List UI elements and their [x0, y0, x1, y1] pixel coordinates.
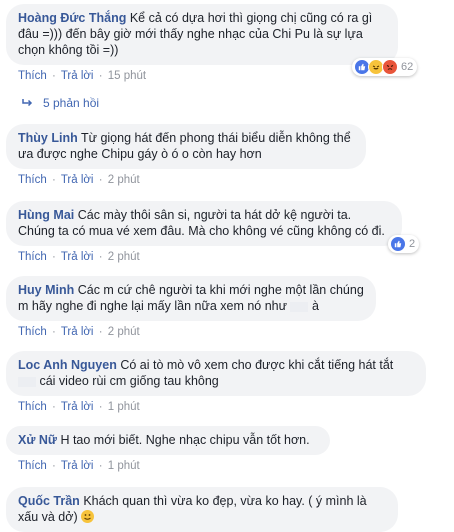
comment-actions: Thích · Trả lời · 1 phút [18, 459, 330, 473]
comment-time[interactable]: 1 phút [108, 460, 140, 472]
reply-link[interactable]: Trả lời [61, 251, 94, 263]
comment-time[interactable]: 15 phút [108, 70, 146, 82]
reply-link[interactable]: Trả lời [61, 460, 94, 472]
separator: · [98, 326, 103, 338]
comment-actions: Thích · Trả lời · 2 phút [18, 325, 376, 339]
comment-actions: Thích · Trả lời · 1 phút [18, 400, 426, 414]
separator: · [51, 401, 56, 413]
like-link[interactable]: Thích [18, 174, 47, 186]
comment: Quốc Trần Khách quan thì vừa ko đẹp, vừa… [6, 487, 398, 532]
comment: Thùy Linh Từ giọng hát đến phong thái bi… [6, 124, 366, 187]
like-link[interactable]: Thích [18, 251, 47, 263]
comment-author[interactable]: Hùng Mai [18, 208, 74, 222]
comment-actions: Thích · Trả lời · 2 phút [18, 250, 402, 264]
reply-arrow-icon [22, 99, 33, 107]
comment: Huy Minh Các m cứ chê người ta khi mới n… [6, 276, 376, 339]
comment-bubble: Loc Anh Nguyen Có ai tò mò vô xem cho đư… [6, 351, 426, 396]
comment: Loc Anh Nguyen Có ai tò mò vô xem cho đư… [6, 351, 426, 414]
separator: · [51, 460, 56, 472]
comment: Hùng Mai Các mày thôi sân si, người ta h… [6, 201, 402, 264]
separator: · [51, 70, 56, 82]
reply-link[interactable]: Trả lời [61, 174, 94, 186]
comment-actions: Thích · Trả lời · 15 phút [18, 69, 398, 83]
separator: · [51, 174, 56, 186]
reaction-count: 2 [409, 238, 416, 250]
view-replies-link[interactable]: 5 phản hồi [22, 96, 99, 110]
comment-bubble: Huy Minh Các m cứ chê người ta khi mới n… [6, 276, 376, 321]
comment-time[interactable]: 2 phút [108, 174, 140, 186]
separator: · [98, 251, 103, 263]
comment-text: H tao mới biết. Nghe nhạc chipu vẫn tốt … [60, 433, 310, 447]
comment-bubble: Thùy Linh Từ giọng hát đến phong thái bi… [6, 124, 366, 169]
comment-text-end: à [311, 299, 319, 313]
like-link[interactable]: Thích [18, 70, 47, 82]
comment-bubble: Hùng Mai Các mày thôi sân si, người ta h… [6, 201, 402, 246]
reply-link[interactable]: Trả lời [61, 326, 94, 338]
comment-bubble: Xử Nữ H tao mới biết. Nghe nhạc chipu vẫ… [6, 426, 330, 455]
comment: Hoàng Đức Thắng Kể cả có dựa hơi thì giọ… [6, 4, 398, 83]
comment-bubble: Quốc Trần Khách quan thì vừa ko đẹp, vừa… [6, 487, 398, 532]
comment-bubble: Hoàng Đức Thắng Kể cả có dựa hơi thì giọ… [6, 4, 398, 65]
comment: Xử Nữ H tao mới biết. Nghe nhạc chipu vẫ… [6, 426, 330, 473]
separator: · [98, 401, 103, 413]
separator: · [51, 326, 56, 338]
redacted-text [18, 376, 36, 387]
smile-emoji [81, 510, 95, 523]
like-icon [390, 236, 406, 252]
comment-text-end: cái video rùi cm giống tau không [39, 374, 219, 388]
comment-author[interactable]: Huy Minh [18, 283, 74, 297]
comment-author[interactable]: Hoàng Đức Thắng [18, 11, 126, 25]
reaction-summary[interactable]: 62 [352, 58, 418, 76]
separator: · [98, 174, 103, 186]
comment-author[interactable]: Quốc Trần [18, 494, 80, 508]
replies-count: 5 phản hồi [43, 96, 100, 110]
comment-author[interactable]: Loc Anh Nguyen [18, 358, 117, 372]
like-link[interactable]: Thích [18, 460, 47, 472]
comment-time[interactable]: 1 phút [108, 401, 140, 413]
like-link[interactable]: Thích [18, 401, 47, 413]
separator: · [51, 251, 56, 263]
reply-link[interactable]: Trả lời [61, 401, 94, 413]
like-link[interactable]: Thích [18, 326, 47, 338]
angry-icon [382, 59, 398, 75]
comment-text: Các mày thôi sân si, người ta hát dở kệ … [18, 208, 385, 238]
comment-text: Có ai tò mò vô xem cho được khi cắt tiến… [120, 358, 394, 372]
comment-author[interactable]: Xử Nữ [18, 433, 57, 447]
reaction-count: 62 [401, 61, 414, 73]
comment-author[interactable]: Thùy Linh [18, 131, 78, 145]
reaction-summary[interactable]: 2 [388, 235, 420, 253]
comment-time[interactable]: 2 phút [108, 326, 140, 338]
reply-link[interactable]: Trả lời [61, 70, 94, 82]
separator: · [98, 460, 103, 472]
separator: · [98, 70, 103, 82]
redacted-text [290, 301, 309, 312]
comment-time[interactable]: 2 phút [108, 251, 140, 263]
comment-actions: Thích · Trả lời · 2 phút [18, 173, 366, 187]
